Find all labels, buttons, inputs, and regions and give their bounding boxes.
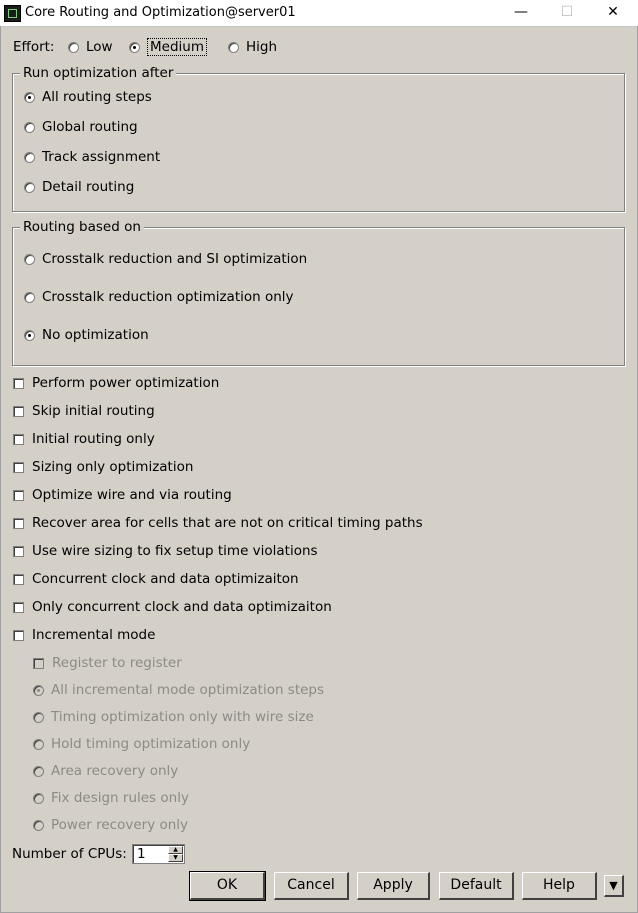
checkbox-box[interactable] <box>13 377 24 389</box>
checkbox-box[interactable] <box>13 433 24 445</box>
radio-indicator[interactable] <box>228 41 239 53</box>
window-title: Core Routing and Optimization@server01 <box>25 5 296 20</box>
radio-indicator[interactable] <box>24 151 35 163</box>
wire-sizing-setup-checkbox[interactable]: Use wire sizing to fix setup time violat… <box>13 543 318 559</box>
ok-button[interactable]: OK <box>189 871 266 901</box>
cpus-spinbox[interactable]: 1 ▲ ▼ <box>132 844 185 864</box>
spin-down-button[interactable]: ▼ <box>168 854 183 862</box>
incremental-area-recovery-radio: Area recovery only <box>33 763 178 779</box>
radio-indicator[interactable] <box>24 329 35 341</box>
incremental-fix-design-rules-radio: Fix design rules only <box>33 790 189 806</box>
cpus-label: Number of CPUs: <box>12 846 127 862</box>
default-button[interactable]: Default <box>439 872 514 900</box>
maximize-button: ☐ <box>560 4 574 20</box>
run-after-track-assignment-radio[interactable]: Track assignment <box>24 149 160 165</box>
dropdown-arrow-icon[interactable]: ▼ <box>604 875 624 897</box>
recover-area-checkbox[interactable]: Recover area for cells that are not on c… <box>13 515 423 531</box>
spin-buttons: ▲ ▼ <box>168 846 183 862</box>
incremental-all-steps-radio: All incremental mode optimization steps <box>33 682 324 698</box>
routing-no-optimization-radio[interactable]: No optimization <box>24 327 149 343</box>
app-icon <box>4 5 21 22</box>
checkbox-box[interactable] <box>13 573 24 585</box>
run-after-all-routing-radio[interactable]: All routing steps <box>24 89 152 105</box>
help-button[interactable]: Help <box>522 872 597 900</box>
radio-indicator <box>33 819 44 831</box>
radio-indicator[interactable] <box>24 91 35 103</box>
incremental-power-recovery-radio: Power recovery only <box>33 817 188 833</box>
radio-indicator[interactable] <box>24 291 35 303</box>
checkbox-box[interactable] <box>13 461 24 473</box>
spin-up-button[interactable]: ▲ <box>168 846 183 854</box>
incremental-mode-checkbox[interactable]: Incremental mode <box>13 627 155 643</box>
checkbox-box <box>33 657 44 669</box>
run-after-detail-routing-radio[interactable]: Detail routing <box>24 179 134 195</box>
radio-indicator <box>33 765 44 777</box>
cpus-value[interactable]: 1 <box>137 846 146 862</box>
skip-initial-routing-checkbox[interactable]: Skip initial routing <box>13 403 155 419</box>
radio-indicator[interactable] <box>68 41 79 53</box>
cancel-button[interactable]: Cancel <box>274 872 349 900</box>
initial-routing-only-checkbox[interactable]: Initial routing only <box>13 431 155 447</box>
effort-label: Effort: <box>13 39 55 55</box>
radio-indicator[interactable] <box>24 181 35 193</box>
concurrent-clock-data-checkbox[interactable]: Concurrent clock and data optimizaiton <box>13 571 299 587</box>
effort-medium-radio[interactable]: Medium <box>129 38 207 56</box>
run-optimization-after-legend: Run optimization after <box>20 65 177 81</box>
checkbox-box[interactable] <box>13 517 24 529</box>
optimize-wire-via-routing-checkbox[interactable]: Optimize wire and via routing <box>13 487 232 503</box>
perform-power-optimization-checkbox[interactable]: Perform power optimization <box>13 375 219 391</box>
incremental-hold-timing-radio: Hold timing optimization only <box>33 736 250 752</box>
routing-crosstalk-si-radio[interactable]: Crosstalk reduction and SI optimization <box>24 251 307 267</box>
register-to-register-checkbox: Register to register <box>33 655 182 671</box>
effort-high-radio[interactable]: High <box>228 39 277 55</box>
checkbox-box[interactable] <box>13 601 24 613</box>
run-after-global-routing-radio[interactable]: Global routing <box>24 119 138 135</box>
radio-indicator[interactable] <box>24 253 35 265</box>
close-button[interactable]: ✕ <box>590 0 636 26</box>
incremental-timing-wire-size-radio: Timing optimization only with wire size <box>33 709 314 725</box>
radio-indicator <box>33 711 44 723</box>
radio-indicator <box>33 738 44 750</box>
radio-indicator[interactable] <box>24 121 35 133</box>
radio-indicator[interactable] <box>129 41 140 53</box>
radio-indicator <box>33 792 44 804</box>
sizing-only-optimization-checkbox[interactable]: Sizing only optimization <box>13 459 193 475</box>
routing-based-on-legend: Routing based on <box>20 219 144 235</box>
routing-crosstalk-only-radio[interactable]: Crosstalk reduction optimization only <box>24 289 294 305</box>
minimize-button[interactable]: — <box>498 0 544 26</box>
checkbox-box[interactable] <box>13 489 24 501</box>
effort-low-radio[interactable]: Low <box>68 39 113 55</box>
checkbox-box[interactable] <box>13 405 24 417</box>
checkbox-box[interactable] <box>13 545 24 557</box>
apply-button[interactable]: Apply <box>357 872 430 900</box>
only-concurrent-clock-data-checkbox[interactable]: Only concurrent clock and data optimizai… <box>13 599 332 615</box>
checkbox-box[interactable] <box>13 629 24 641</box>
radio-indicator <box>33 684 44 696</box>
